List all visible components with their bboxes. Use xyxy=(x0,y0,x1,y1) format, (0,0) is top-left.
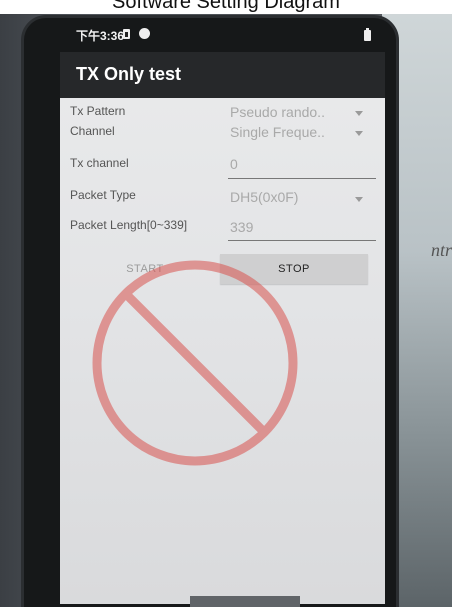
chevron-down-icon[interactable] xyxy=(355,131,363,136)
tx-channel-underline xyxy=(228,178,376,179)
status-bar: 下午3:36 xyxy=(60,24,390,46)
stop-button[interactable]: STOP xyxy=(220,254,368,284)
chevron-down-icon[interactable] xyxy=(355,111,363,116)
sim-card-icon xyxy=(123,29,130,39)
channel-label: Channel xyxy=(70,124,115,138)
status-time: 下午3:36 xyxy=(76,29,125,43)
start-button[interactable]: START xyxy=(70,254,220,284)
figure-caption: Software Setting Diagram xyxy=(0,0,452,14)
battery-icon xyxy=(364,28,371,41)
packet-length-row: Packet Length[0~339] 339 xyxy=(60,216,385,246)
packet-length-label: Packet Length[0~339] xyxy=(70,218,188,232)
page-title: TX Only test xyxy=(76,64,182,84)
packet-type-row: Packet Type DH5(0x0F) xyxy=(60,186,385,210)
app-notification-icon xyxy=(139,28,150,39)
chevron-down-icon[interactable] xyxy=(355,197,363,202)
channel-row: Channel Single Freque.. xyxy=(60,120,385,142)
tx-channel-input[interactable]: 0 xyxy=(230,156,238,172)
bottom-toast xyxy=(190,596,300,607)
packet-length-underline xyxy=(228,240,376,241)
tx-channel-row: Tx channel 0 xyxy=(60,152,385,182)
button-bar: START STOP xyxy=(70,254,370,284)
tx-pattern-row: Tx Pattern Pseudo rando.. xyxy=(60,102,385,120)
packet-length-input[interactable]: 339 xyxy=(230,219,253,235)
app-bar: TX Only test xyxy=(60,52,385,98)
tx-pattern-label: Tx Pattern xyxy=(70,104,126,118)
packet-type-label: Packet Type xyxy=(70,188,136,202)
tx-pattern-select[interactable]: Pseudo rando.. xyxy=(230,104,325,120)
app-screen: Tx Pattern Pseudo rando.. Channel Single… xyxy=(60,98,385,604)
packet-type-select[interactable]: DH5(0x0F) xyxy=(230,189,298,205)
tx-channel-label: Tx channel xyxy=(70,156,129,170)
channel-select[interactable]: Single Freque.. xyxy=(230,124,325,140)
